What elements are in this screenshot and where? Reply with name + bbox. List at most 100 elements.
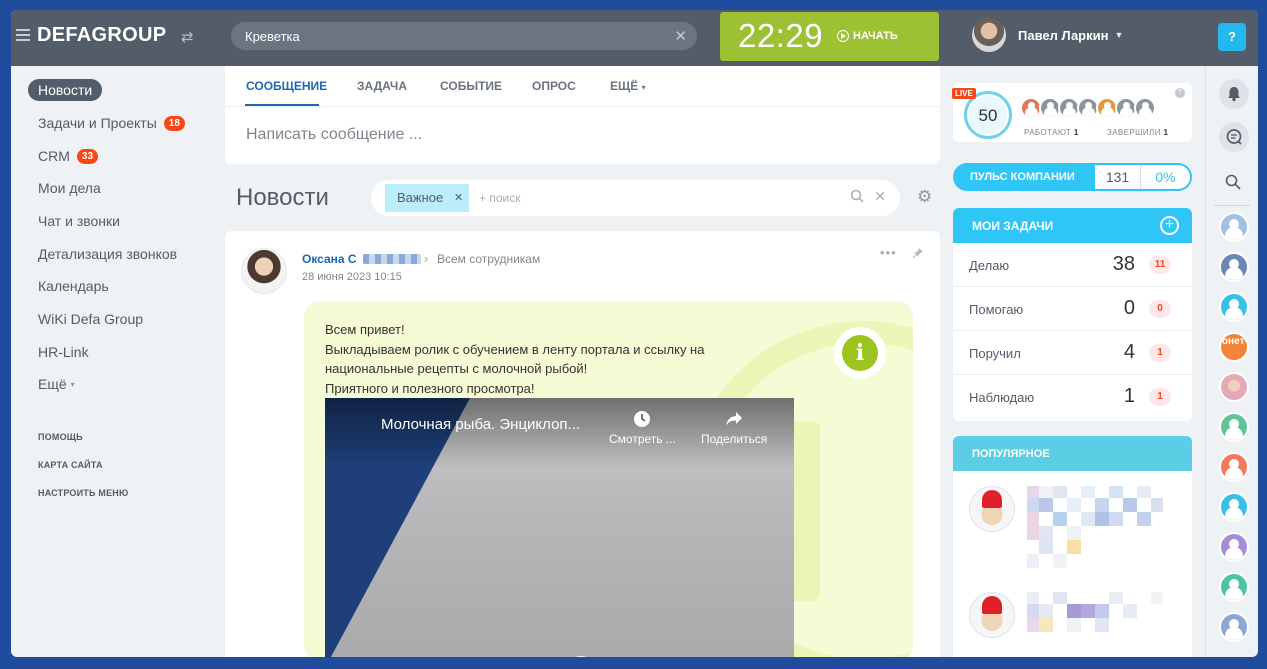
post-date[interactable]: 28 июня 2023 10:15	[302, 271, 402, 283]
avatar[interactable]	[1219, 452, 1249, 482]
company-pulse-widget[interactable]: ПУЛЬС КОМПАНИИ 131 0%	[953, 163, 1192, 191]
gear-icon[interactable]: ⚙	[917, 187, 932, 207]
menu-item-label: Календарь	[38, 278, 109, 294]
task-label: Наблюдаю	[969, 390, 1035, 405]
user-avatar[interactable]	[972, 18, 1006, 52]
menu-item-crm[interactable]: CRM 33	[28, 145, 108, 167]
search-icon[interactable]	[1225, 174, 1241, 190]
notifications-button[interactable]	[1219, 79, 1249, 109]
menu-item-my-activities[interactable]: Мои дела	[28, 177, 111, 199]
chevron-down-icon[interactable]: ▼	[1114, 30, 1123, 40]
info-icon: i	[834, 327, 886, 379]
menu-item-calendar[interactable]: Календарь	[28, 275, 119, 297]
search-icon[interactable]	[850, 189, 864, 203]
avatar[interactable]	[969, 486, 1015, 532]
task-count: 1	[1123, 385, 1135, 407]
tab-task[interactable]: ЗАДАЧА	[357, 79, 407, 93]
chevron-down-icon: ▾	[641, 83, 646, 92]
redacted-popular-post[interactable]	[1027, 592, 1163, 657]
avatar[interactable]	[1219, 292, 1249, 322]
messenger-button[interactable]	[1219, 122, 1249, 152]
task-label: Помогаю	[969, 302, 1024, 317]
video-title[interactable]: Молочная рыба. Энциклоп...	[381, 416, 580, 433]
help-button[interactable]: ?	[1218, 23, 1246, 51]
user-menu[interactable]: Павел Ларкин ▼	[972, 18, 1123, 52]
menu-item-hr-link[interactable]: HR-Link	[28, 341, 99, 363]
top-header: DEFAGROUP ⇄ Креветка ✕ 22:29 НАЧАТЬ Паве…	[11, 10, 1258, 66]
my-tasks-widget: МОИ ЗАДАЧИ + Делаю 38 11 Помогаю 0 0 Пор…	[953, 208, 1192, 421]
tab-more[interactable]: ЕЩЁ ▾	[610, 79, 646, 93]
video-play-button[interactable]	[563, 656, 599, 657]
pulse-percent: 0%	[1155, 169, 1176, 185]
avatar[interactable]	[1219, 372, 1249, 402]
task-row-watching[interactable]: Наблюдаю 1 1	[953, 375, 1192, 419]
pulse-label: ПУЛЬС КОМПАНИИ	[970, 171, 1075, 183]
close-icon[interactable]: ✕	[454, 184, 463, 212]
menu-item-more[interactable]: Ещё ▾	[28, 373, 85, 395]
tab-message[interactable]: СООБЩЕНИЕ	[246, 79, 327, 93]
search-clear-icon[interactable]: ✕	[674, 27, 687, 45]
post-destination[interactable]: Всем сотрудникам	[437, 252, 540, 266]
post-author-link[interactable]: Оксана С	[302, 252, 357, 266]
tab-poll[interactable]: ОПРОС	[532, 79, 576, 93]
task-row-helping[interactable]: Помогаю 0 0	[953, 287, 1192, 331]
more-dots-icon[interactable]: •••	[880, 245, 897, 260]
avatar[interactable]	[1219, 492, 1249, 522]
avatar[interactable]	[1219, 532, 1249, 562]
play-icon	[837, 30, 849, 42]
timer-start-button[interactable]: НАЧАТЬ	[837, 30, 898, 42]
tasks-title[interactable]: МОИ ЗАДАЧИ	[972, 219, 1053, 233]
task-badge: 11	[1149, 256, 1171, 274]
clock-icon	[634, 411, 651, 427]
filter-tag[interactable]: Важное ✕	[385, 184, 470, 212]
task-badge: 0	[1149, 300, 1171, 318]
stat-label: ЗАВЕРШИЛИ	[1107, 128, 1161, 137]
task-row-doing[interactable]: Делаю 38 11	[953, 243, 1192, 287]
right-bar: онет-	[1205, 66, 1258, 657]
feed-filter-search[interactable]: Важное ✕ + поиск ✕	[371, 180, 900, 216]
menu-link-help[interactable]: ПОМОЩЬ	[38, 432, 83, 442]
menu-item-chat[interactable]: Чат и звонки	[28, 210, 130, 232]
menu-item-tasks[interactable]: Задачи и Проекты 18	[28, 112, 195, 134]
menu-item-wiki[interactable]: WiKi Defa Group	[28, 308, 153, 330]
menu-burger-icon[interactable]	[16, 29, 30, 41]
avatar[interactable]	[969, 592, 1015, 638]
avatar[interactable]	[1219, 572, 1249, 602]
info-icon-glyph: i	[842, 335, 878, 371]
chevron-right-icon: ›	[424, 251, 429, 266]
menu-item-call-details[interactable]: Детализация звонков	[28, 243, 187, 265]
add-task-button[interactable]: +	[1160, 216, 1179, 235]
menu-item-news[interactable]: Новости	[28, 79, 103, 101]
feed-post: Оксана С › Всем сотрудникам 28 июня 2023…	[225, 231, 940, 657]
group-chat-avatar[interactable]	[1219, 252, 1249, 282]
promo-avatar[interactable]: онет-	[1219, 332, 1249, 362]
task-count: 0	[1123, 297, 1135, 319]
video-watch-later-button[interactable]: Смотреть ...	[609, 410, 676, 446]
workday-timer[interactable]: 22:29 НАЧАТЬ	[720, 12, 939, 61]
task-row-assigned[interactable]: Поручил 4 1	[953, 331, 1192, 375]
menu-link-configure[interactable]: НАСТРОИТЬ МЕНЮ	[38, 488, 128, 498]
settings-sliders-icon[interactable]: ⇄	[181, 28, 194, 46]
video-player[interactable]: Молочная рыба. Энциклоп... Смотреть ... …	[325, 398, 794, 657]
avatar[interactable]	[1134, 97, 1156, 119]
post-author-avatar[interactable]	[241, 248, 287, 294]
header-search-input[interactable]: Креветка ✕	[231, 22, 697, 50]
company-logo[interactable]: DEFAGROUP	[37, 24, 166, 47]
avatar[interactable]	[1219, 212, 1249, 242]
filter-clear-icon[interactable]: ✕	[874, 188, 886, 205]
menu-link-sitemap[interactable]: КАРТА САЙТА	[38, 460, 103, 470]
redacted-popular-post[interactable]	[1027, 486, 1163, 568]
divider	[225, 106, 940, 107]
group-chat-avatar[interactable]	[1219, 612, 1249, 642]
filter-search-input[interactable]: + поиск	[479, 191, 520, 205]
help-icon[interactable]: ?	[1175, 88, 1185, 98]
avatar[interactable]	[1219, 412, 1249, 442]
app-window: DEFAGROUP ⇄ Креветка ✕ 22:29 НАЧАТЬ Паве…	[11, 10, 1258, 657]
user-name[interactable]: Павел Ларкин	[1018, 28, 1108, 43]
tab-event[interactable]: СОБЫТИЕ	[440, 79, 502, 93]
message-input[interactable]: Написать сообщение ...	[246, 126, 422, 144]
pin-icon[interactable]	[912, 247, 924, 259]
live-workday-card[interactable]: LIVE 50 ? РАБОТАЮТ 1 ЗАВЕРШИЛИ 1	[952, 83, 1192, 142]
video-watch-label: Смотреть ...	[609, 432, 676, 446]
video-share-button[interactable]: Поделиться	[701, 410, 767, 446]
